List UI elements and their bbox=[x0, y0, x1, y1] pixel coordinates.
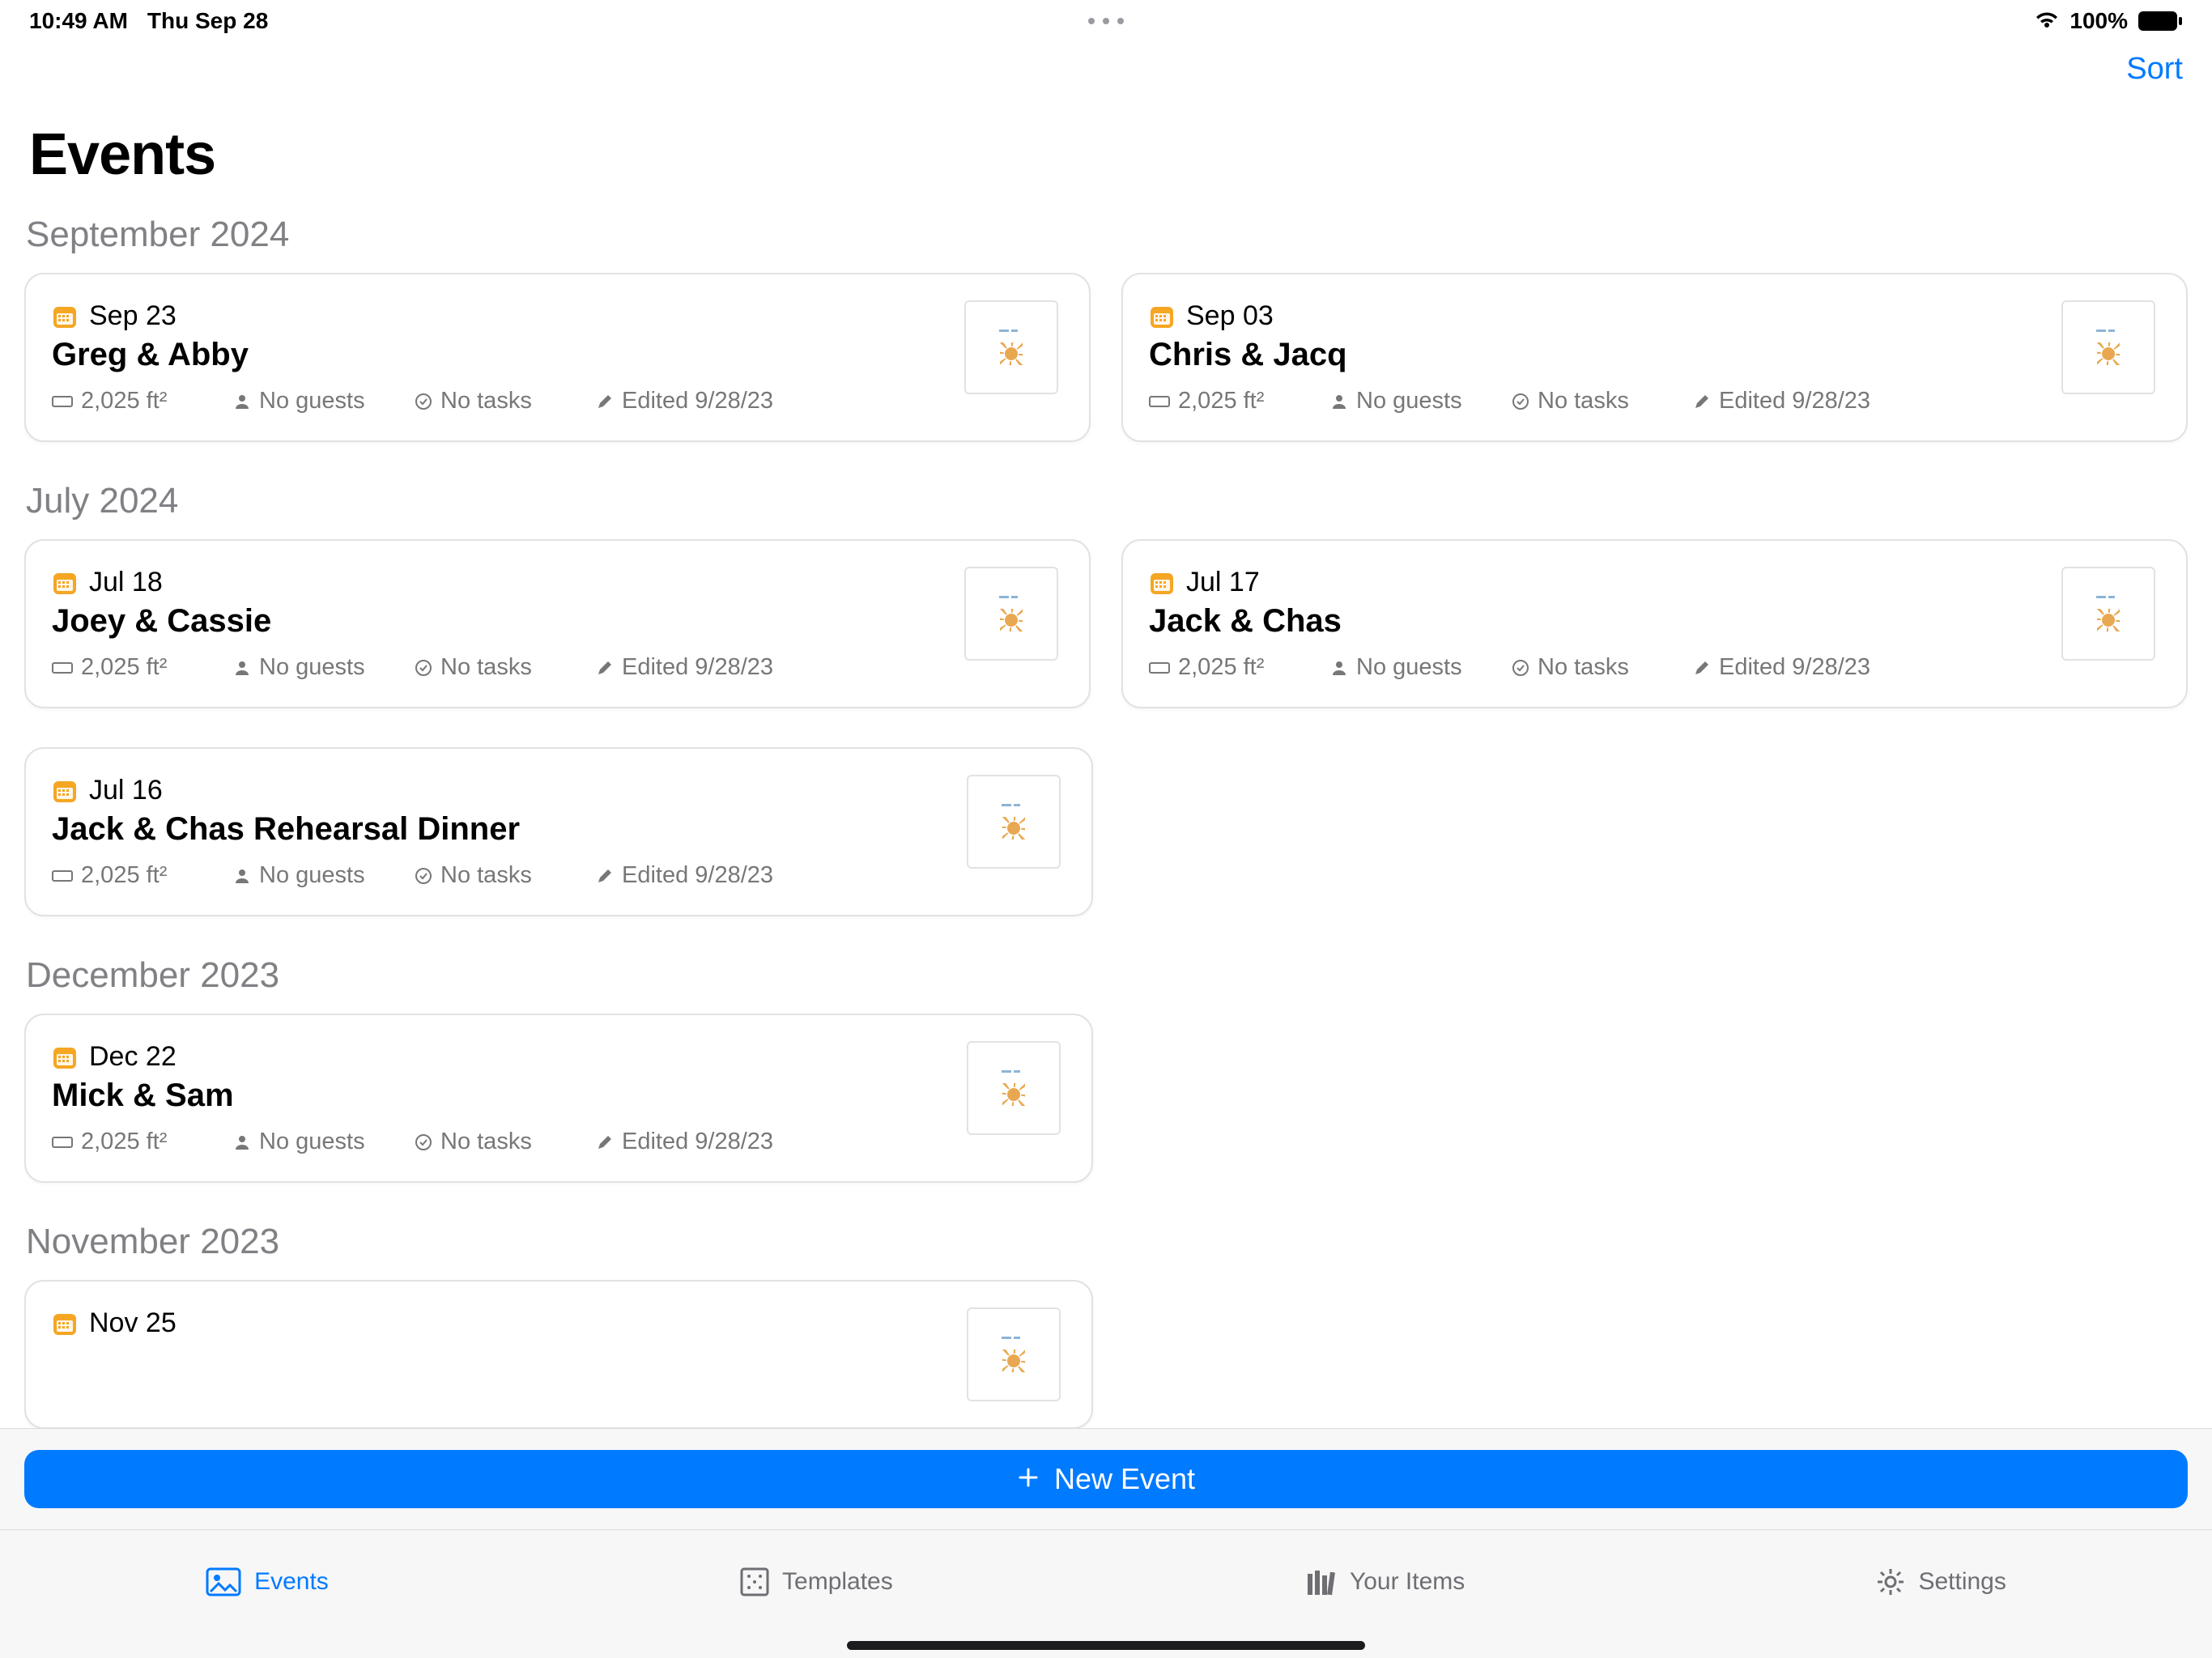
event-card[interactable]: Dec 22 Mick & Sam 2,025 ft² No guests No… bbox=[24, 1014, 1093, 1183]
status-bar: 10:49 AM Thu Sep 28 100% bbox=[0, 0, 2212, 42]
edited-meta: Edited 9/28/23 bbox=[596, 388, 773, 414]
event-name: Joey & Cassie bbox=[52, 603, 945, 640]
event-date: Dec 22 bbox=[89, 1041, 177, 1073]
section-title: November 2023 bbox=[26, 1222, 2188, 1262]
new-event-label: New Event bbox=[1054, 1462, 1195, 1496]
event-row: Jul 18 Joey & Cassie 2,025 ft² No guests… bbox=[24, 539, 2188, 708]
area-meta: 2,025 ft² bbox=[52, 388, 233, 414]
event-card[interactable]: Sep 23 Greg & Abby 2,025 ft² No guests N… bbox=[24, 273, 1091, 442]
event-date: Jul 18 bbox=[89, 567, 163, 598]
edited-meta: Edited 9/28/23 bbox=[1693, 388, 1870, 414]
plus-icon bbox=[1017, 1462, 1040, 1496]
section-title: September 2024 bbox=[26, 215, 2188, 255]
home-indicator[interactable] bbox=[847, 1641, 1365, 1650]
page-title: Events bbox=[29, 121, 215, 188]
gear-icon bbox=[1876, 1567, 1905, 1596]
event-row: Sep 23 Greg & Abby 2,025 ft² No guests N… bbox=[24, 273, 2188, 442]
sort-button[interactable]: Sort bbox=[2126, 52, 2183, 87]
tab-label: Settings bbox=[1918, 1568, 2006, 1596]
calendar-icon bbox=[52, 570, 78, 596]
tab-label: Your Items bbox=[1350, 1568, 1465, 1596]
events-scroll[interactable]: September 2024 Sep 23 Greg & Abby 2,025 … bbox=[0, 215, 2212, 1428]
event-thumbnail bbox=[967, 775, 1061, 869]
event-card[interactable]: Jul 17 Jack & Chas 2,025 ft² No guests N… bbox=[1121, 539, 2188, 708]
header-row: Sort bbox=[0, 52, 2212, 87]
event-name: Jack & Chas bbox=[1149, 603, 2042, 640]
calendar-icon bbox=[52, 304, 78, 329]
grid-icon bbox=[740, 1567, 769, 1596]
battery-pct: 100% bbox=[2069, 8, 2128, 34]
tab-label: Events bbox=[254, 1568, 329, 1596]
event-thumbnail bbox=[967, 1041, 1061, 1135]
bottom-area: New Event Events Templates Your Items bbox=[0, 1428, 2212, 1658]
tasks-meta: No tasks bbox=[1512, 388, 1693, 414]
wifi-icon bbox=[2034, 11, 2060, 31]
tab-templates[interactable]: Templates bbox=[740, 1567, 893, 1596]
multitask-dots-icon[interactable] bbox=[1088, 18, 1124, 24]
event-card[interactable]: Jul 16 Jack & Chas Rehearsal Dinner 2,02… bbox=[24, 747, 1093, 916]
tab-bar: Events Templates Your Items Settings bbox=[0, 1529, 2212, 1658]
event-card[interactable]: Jul 18 Joey & Cassie 2,025 ft² No guests… bbox=[24, 539, 1091, 708]
event-name: Jack & Chas Rehearsal Dinner bbox=[52, 811, 947, 848]
event-row: Nov 25 bbox=[24, 1280, 2188, 1428]
calendar-icon bbox=[1149, 570, 1175, 596]
tab-events[interactable]: Events bbox=[206, 1567, 329, 1596]
new-event-button[interactable]: New Event bbox=[24, 1450, 2188, 1508]
status-time: 10:49 AM bbox=[29, 8, 128, 34]
event-date: Nov 25 bbox=[89, 1307, 177, 1339]
event-date: Jul 16 bbox=[89, 775, 163, 806]
event-name: Mick & Sam bbox=[52, 1078, 947, 1114]
event-thumbnail bbox=[2061, 300, 2155, 394]
calendar-icon bbox=[52, 778, 78, 804]
status-date: Thu Sep 28 bbox=[147, 8, 268, 34]
event-thumbnail bbox=[2061, 567, 2155, 661]
tasks-meta: No tasks bbox=[415, 388, 596, 414]
event-card[interactable]: Nov 25 bbox=[24, 1280, 1093, 1428]
event-thumbnail bbox=[964, 300, 1058, 394]
event-card[interactable]: Sep 03 Chris & Jacq 2,025 ft² No guests … bbox=[1121, 273, 2188, 442]
area-meta: 2,025 ft² bbox=[1149, 388, 1330, 414]
status-right: 100% bbox=[2034, 8, 2183, 34]
status-left: 10:49 AM Thu Sep 28 bbox=[29, 8, 268, 34]
tab-label: Templates bbox=[782, 1568, 893, 1596]
guests-meta: No guests bbox=[233, 388, 415, 414]
section-title: July 2024 bbox=[26, 481, 2188, 521]
event-name: Greg & Abby bbox=[52, 337, 945, 373]
calendar-icon bbox=[52, 1311, 78, 1337]
event-row: Jul 16 Jack & Chas Rehearsal Dinner 2,02… bbox=[24, 747, 2188, 916]
library-icon bbox=[1304, 1567, 1337, 1596]
event-name: Chris & Jacq bbox=[1149, 337, 2042, 373]
event-date: Sep 03 bbox=[1186, 300, 1274, 332]
event-date: Sep 23 bbox=[89, 300, 177, 332]
section-title: December 2023 bbox=[26, 955, 2188, 996]
battery-icon bbox=[2138, 11, 2183, 32]
calendar-icon bbox=[1149, 304, 1175, 329]
event-row: Dec 22 Mick & Sam 2,025 ft² No guests No… bbox=[24, 1014, 2188, 1183]
event-thumbnail bbox=[967, 1307, 1061, 1401]
event-thumbnail bbox=[964, 567, 1058, 661]
tab-your-items[interactable]: Your Items bbox=[1304, 1567, 1465, 1596]
event-date: Jul 17 bbox=[1186, 567, 1260, 598]
picture-icon bbox=[206, 1567, 241, 1596]
guests-meta: No guests bbox=[1330, 388, 1512, 414]
tab-settings[interactable]: Settings bbox=[1876, 1567, 2006, 1596]
calendar-icon bbox=[52, 1044, 78, 1070]
